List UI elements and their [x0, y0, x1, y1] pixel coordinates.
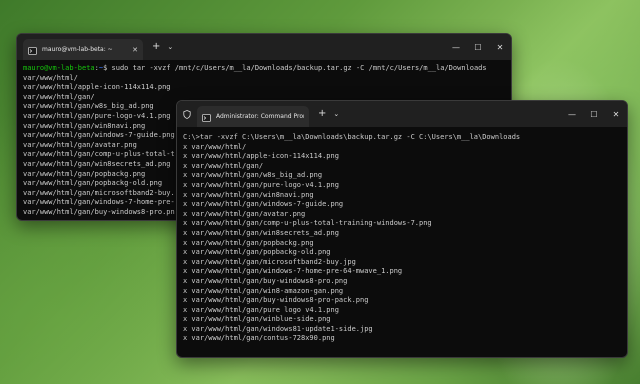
output-line: x var/www/html/gan/win8navi.png — [183, 190, 314, 199]
output-line: x var/www/html/gan/winblue-side.png — [183, 315, 331, 324]
minimize-button[interactable]: — — [445, 43, 467, 52]
output-line: x var/www/html/gan/buy-windows8-pro.png — [183, 276, 348, 285]
output-line: x var/www/html/gan/comp-u-plus-total-tra… — [183, 219, 432, 228]
cmd-terminal-tabbar: Administrator: Command Prom + ⌄ — ☐ ✕ — [177, 101, 627, 127]
window-controls: — ☐ ✕ — [445, 34, 511, 60]
cmd-terminal-output[interactable]: C:\>tar -xvzf C:\Users\m__la\Downloads\b… — [177, 127, 627, 348]
maximize-button[interactable]: ☐ — [583, 110, 605, 119]
new-tab-button[interactable]: + — [152, 42, 160, 52]
tab-dropdown-button[interactable]: ⌄ — [333, 110, 339, 118]
output-line: x var/www/html/gan/contus-728x90.png — [183, 334, 335, 343]
output-line: var/www/html/ — [23, 73, 78, 82]
new-tab-button[interactable]: + — [318, 109, 326, 119]
output-lines: x var/www/html/x var/www/html/apple-icon… — [183, 143, 621, 344]
output-line: x var/www/html/gan/win8secrets_ad.png — [183, 228, 339, 237]
shield-icon — [183, 109, 191, 119]
command-line: mauro@vm-lab-beta:~$ sudo tar -xvzf /mnt… — [23, 64, 505, 74]
tab-dropdown-button[interactable]: ⌄ — [167, 43, 173, 51]
output-line: x var/www/html/gan/w8s_big_ad.png — [183, 171, 323, 180]
output-line: x var/www/html/apple-icon-114x114.png — [183, 152, 339, 161]
output-line: x var/www/html/gan/win8-amazon-gan.png — [183, 286, 344, 295]
linux-terminal-tabbar: mauro@vm-lab-beta: ~ ✕ + ⌄ — ☐ ✕ — [17, 34, 511, 60]
tab-command-prompt[interactable]: Administrator: Command Prom — [197, 106, 309, 127]
cmd-icon — [202, 107, 211, 126]
output-line: x var/www/html/gan/windows81-update1-sid… — [183, 324, 373, 333]
output-line: x var/www/html/gan/popbackg-old.png — [183, 248, 331, 257]
output-line: x var/www/html/gan/windows-7-home-pre-64… — [183, 267, 403, 276]
window-controls: — ☐ ✕ — [561, 101, 627, 127]
minimize-button[interactable]: — — [561, 110, 583, 119]
command-text: sudo tar -xvzf /mnt/c/Users/m__la/Downlo… — [111, 64, 487, 72]
tab-linux-shell[interactable]: mauro@vm-lab-beta: ~ ✕ — [23, 39, 143, 60]
output-line: x var/www/html/gan/microsoftband2-buy.jp… — [183, 257, 356, 266]
output-line: x var/www/html/gan/windows-7-guide.png — [183, 200, 344, 209]
output-line: x var/www/html/ — [183, 142, 247, 151]
cmd-terminal-window[interactable]: Administrator: Command Prom + ⌄ — ☐ ✕ C:… — [176, 100, 628, 358]
output-line: x var/www/html/gan/ — [183, 161, 264, 170]
command-line: C:\>tar -xvzf C:\Users\m__la\Downloads\b… — [183, 133, 621, 143]
output-line: x var/www/html/gan/buy-windows8-pro-pack… — [183, 296, 369, 305]
command-text: tar -xvzf C:\Users\m__la\Downloads\backu… — [199, 133, 521, 141]
prompt-user: mauro@vm-lab-beta — [23, 64, 95, 72]
tab-close-icon[interactable]: ✕ — [132, 46, 138, 54]
close-button[interactable]: ✕ — [605, 110, 627, 119]
terminal-icon — [28, 40, 37, 59]
tab-title: mauro@vm-lab-beta: ~ — [42, 46, 113, 53]
prompt: C:\> — [183, 133, 200, 141]
output-line: x var/www/html/gan/pure logo v4.1.png — [183, 305, 339, 314]
output-line: x var/www/html/gan/popbackg.png — [183, 238, 314, 247]
prompt-symbol: $ — [103, 64, 112, 72]
close-button[interactable]: ✕ — [489, 43, 511, 52]
maximize-button[interactable]: ☐ — [467, 43, 489, 52]
tab-title: Administrator: Command Prom — [216, 113, 304, 120]
output-line: x var/www/html/gan/avatar.png — [183, 209, 306, 218]
output-line: x var/www/html/gan/pure-logo-v4.1.png — [183, 180, 339, 189]
output-line: var/www/html/apple-icon-114x114.png — [23, 83, 171, 92]
